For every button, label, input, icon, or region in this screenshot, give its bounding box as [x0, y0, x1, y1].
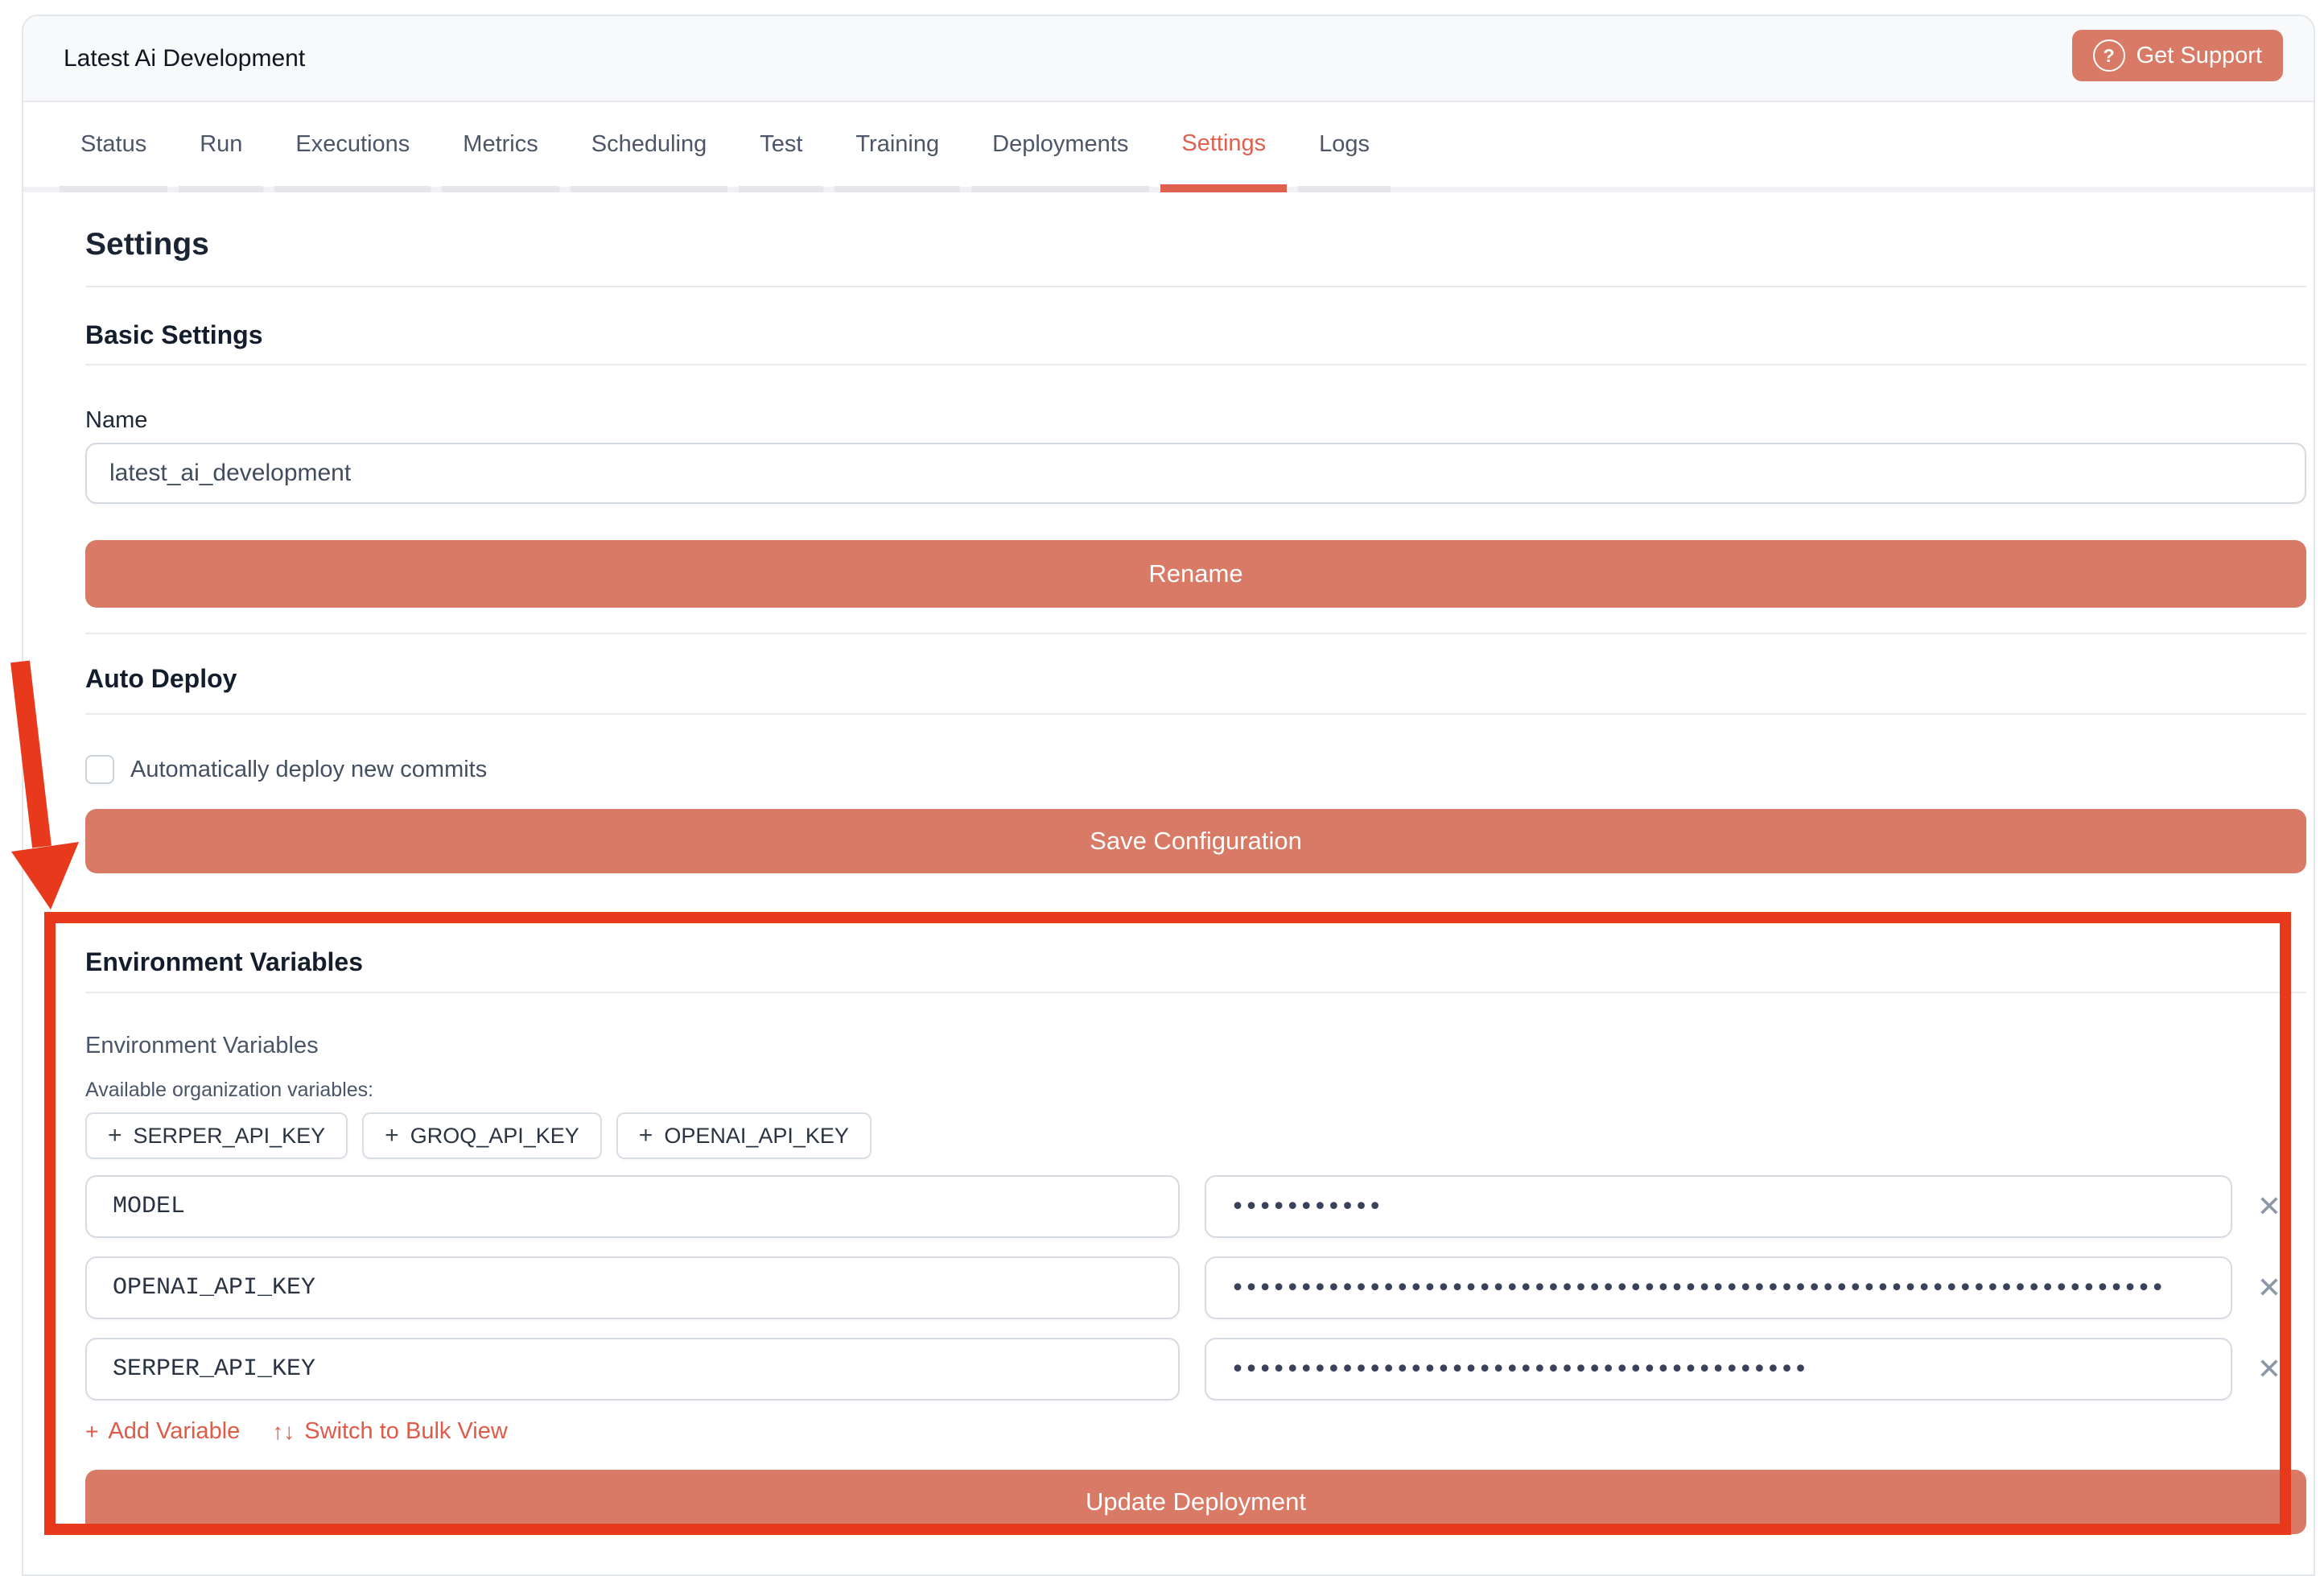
tab[interactable]: Logs [1298, 102, 1391, 192]
deployment-card: Latest Ai Development ? Get Support Stat… [22, 14, 2315, 1576]
env-links-row: + Add Variable ↑↓ Switch to Bulk View [85, 1418, 2306, 1445]
org-variable-chip-label: SERPER_API_KEY [134, 1124, 326, 1149]
update-deployment-button[interactable]: Update Deployment [85, 1470, 2306, 1534]
auto-deploy-checkbox-label: Automatically deploy new commits [130, 757, 487, 783]
available-org-variables-label: Available organization variables: [85, 1079, 2306, 1102]
add-variable-link[interactable]: + Add Variable [85, 1418, 240, 1445]
tab-label: Metrics [463, 131, 538, 158]
add-variable-label: Add Variable [108, 1418, 240, 1445]
get-support-label: Get Support [2137, 43, 2262, 69]
switch-bulk-view-link[interactable]: ↑↓ Switch to Bulk View [272, 1418, 508, 1445]
name-input[interactable]: latest_ai_development [85, 443, 2306, 504]
env-key-value: OPENAI_API_KEY [113, 1274, 315, 1302]
env-key-input[interactable]: OPENAI_API_KEY [85, 1256, 1180, 1319]
plus-icon: + [108, 1122, 122, 1149]
tab-label: Run [200, 131, 242, 158]
rename-button[interactable]: Rename [85, 540, 2306, 608]
divider [85, 992, 2306, 993]
tab[interactable]: Metrics [442, 102, 558, 192]
rename-label: Rename [1148, 559, 1242, 588]
remove-variable-button[interactable]: ✕ [2232, 1256, 2306, 1319]
env-key-value: MODEL [113, 1193, 185, 1220]
tab-label: Logs [1319, 131, 1370, 158]
up-down-arrows-icon: ↑↓ [272, 1419, 295, 1445]
switch-bulk-view-label: Switch to Bulk View [304, 1418, 508, 1445]
env-variable-row: OPENAI_API_KEY •••••••••••••••••••••••••… [85, 1256, 2306, 1319]
tab[interactable]: Run [179, 102, 263, 192]
org-variable-chip-label: OPENAI_API_KEY [664, 1124, 849, 1149]
basic-settings-heading: Basic Settings [85, 320, 2306, 350]
update-deployment-label: Update Deployment [1086, 1487, 1306, 1516]
env-value-input[interactable]: ••••••••••••••••••••••••••••••••••••••••… [1205, 1256, 2232, 1319]
tab-label: Settings [1181, 130, 1266, 157]
env-key-input[interactable]: MODEL [85, 1175, 1180, 1238]
environment-variables-label: Environment Variables [85, 1033, 2306, 1059]
save-configuration-button[interactable]: Save Configuration [85, 809, 2306, 873]
env-value-masked: ••••••••••• [1230, 1193, 1382, 1221]
env-value-input[interactable]: ••••••••••• [1205, 1175, 2232, 1238]
divider [85, 364, 2306, 365]
divider [85, 713, 2306, 715]
plus-icon: + [385, 1122, 399, 1149]
env-rows: MODEL ••••••••••• ✕ OPENAI_API_KEY •••••… [85, 1175, 2306, 1419]
help-circle-icon: ? [2093, 39, 2125, 72]
save-configuration-label: Save Configuration [1090, 827, 1302, 856]
name-label: Name [85, 407, 2306, 434]
org-variable-chip-label: GROQ_API_KEY [410, 1124, 579, 1149]
tab[interactable]: Training [834, 102, 960, 192]
env-value-masked: ••••••••••••••••••••••••••••••••••••••••… [1230, 1355, 1807, 1384]
page-title: Settings [85, 227, 2306, 262]
org-variable-chip[interactable]: + OPENAI_API_KEY [616, 1112, 872, 1159]
remove-variable-button[interactable]: ✕ [2232, 1175, 2306, 1238]
tab-bar: Status Run Executions Metrics Scheduling… [23, 102, 2314, 192]
tab[interactable]: Settings [1160, 102, 1287, 192]
org-variable-chip[interactable]: + SERPER_API_KEY [85, 1112, 348, 1159]
tab[interactable]: Executions [274, 102, 431, 192]
env-value-masked: ••••••••••••••••••••••••••••••••••••••••… [1230, 1274, 2164, 1302]
deployment-title: Latest Ai Development [64, 45, 305, 72]
get-support-button[interactable]: ? Get Support [2072, 30, 2283, 81]
tab-label: Status [80, 131, 146, 158]
auto-deploy-checkbox[interactable] [85, 755, 114, 784]
name-input-value: latest_ai_development [109, 460, 351, 487]
auto-deploy-heading: Auto Deploy [85, 664, 2306, 694]
tab[interactable]: Status [60, 102, 167, 192]
tab-label: Executions [295, 131, 410, 158]
remove-variable-button[interactable]: ✕ [2232, 1338, 2306, 1401]
tab-label: Deployments [992, 131, 1128, 158]
org-variable-chips: + SERPER_API_KEY + GROQ_API_KEY + OPENAI… [85, 1112, 2306, 1159]
auto-deploy-row: Automatically deploy new commits [85, 755, 2306, 784]
env-value-input[interactable]: ••••••••••••••••••••••••••••••••••••••••… [1205, 1338, 2232, 1401]
env-key-input[interactable]: SERPER_API_KEY [85, 1338, 1180, 1401]
tab[interactable]: Test [739, 102, 823, 192]
divider [85, 633, 2306, 634]
environment-variables-heading: Environment Variables [85, 947, 2306, 977]
divider [85, 286, 2306, 287]
tab-label: Scheduling [591, 131, 707, 158]
org-variable-chip[interactable]: + GROQ_API_KEY [362, 1112, 602, 1159]
card-header: Latest Ai Development ? Get Support [23, 16, 2314, 102]
tab[interactable]: Deployments [971, 102, 1149, 192]
env-variable-row: MODEL ••••••••••• ✕ [85, 1175, 2306, 1238]
env-variable-row: SERPER_API_KEY •••••••••••••••••••••••••… [85, 1338, 2306, 1401]
tab[interactable]: Scheduling [571, 102, 728, 192]
env-key-value: SERPER_API_KEY [113, 1355, 315, 1383]
plus-icon: + [639, 1122, 653, 1149]
plus-icon: + [85, 1419, 98, 1445]
tab-label: Training [855, 131, 939, 158]
tab-label: Test [760, 131, 802, 158]
